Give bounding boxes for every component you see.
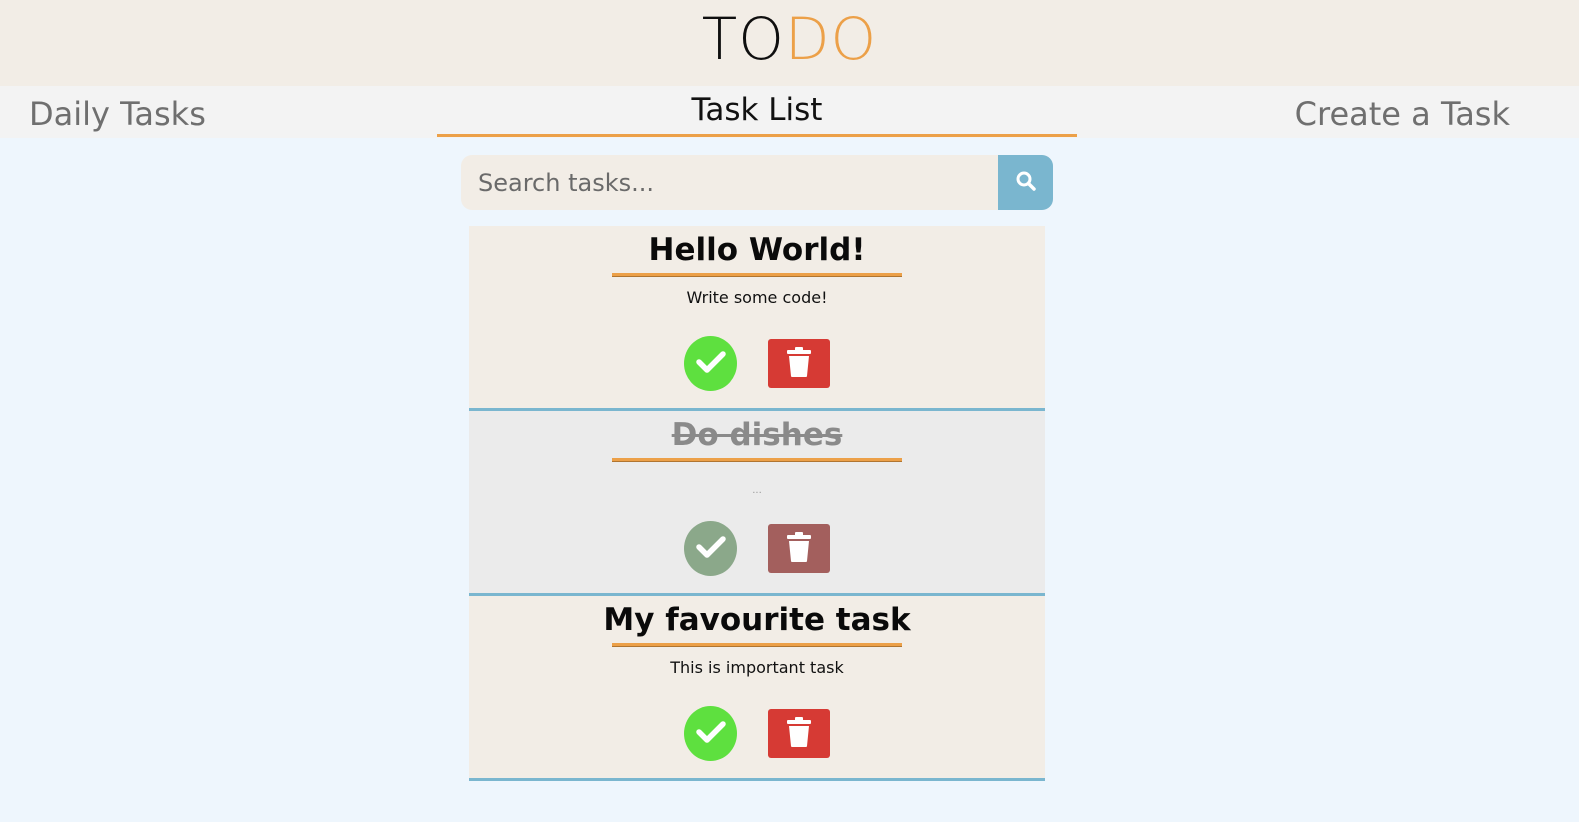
search-button[interactable] [998, 155, 1053, 210]
task-card: My favourite task This is important task [469, 596, 1045, 781]
check-icon [695, 720, 726, 748]
logo-text-to: TO [701, 5, 785, 73]
check-icon [695, 350, 726, 378]
title-underline [612, 273, 902, 277]
task-description: This is important task [670, 658, 844, 677]
nav-create-task[interactable]: Create a Task [1295, 88, 1510, 140]
task-card: Hello World! Write some code! [469, 226, 1045, 411]
trash-icon [786, 346, 812, 382]
task-actions [469, 336, 1045, 391]
main-nav: Daily Tasks Task List Create a Task [0, 86, 1579, 138]
trash-icon [786, 716, 812, 752]
task-title: My favourite task [603, 602, 911, 638]
task-description: ... [752, 485, 762, 496]
complete-task-button[interactable] [684, 521, 737, 576]
trash-icon [786, 531, 812, 567]
nav-task-list[interactable]: Task List [437, 86, 1077, 137]
delete-task-button[interactable] [768, 524, 830, 573]
check-icon [695, 535, 726, 563]
delete-task-button[interactable] [768, 339, 830, 388]
app-header: TODO [0, 0, 1579, 86]
delete-task-button[interactable] [768, 709, 830, 758]
search-input[interactable] [461, 155, 998, 210]
complete-task-button[interactable] [684, 706, 737, 761]
complete-task-button[interactable] [684, 336, 737, 391]
search-bar [461, 155, 1053, 210]
search-icon [1015, 170, 1037, 196]
nav-daily-tasks[interactable]: Daily Tasks [29, 88, 206, 140]
task-card-completed: Do dishes ... [469, 411, 1045, 596]
task-actions [469, 706, 1045, 761]
title-underline [612, 643, 902, 647]
task-title: Hello World! [648, 232, 866, 268]
task-title: Do dishes [671, 417, 843, 453]
task-description: Write some code! [686, 288, 828, 307]
logo-text-do: DO [784, 5, 878, 73]
app-logo: TODO [0, 4, 1579, 74]
task-list: Hello World! Write some code! Do dishes … [469, 226, 1045, 781]
title-underline [612, 458, 902, 462]
task-actions [469, 521, 1045, 576]
